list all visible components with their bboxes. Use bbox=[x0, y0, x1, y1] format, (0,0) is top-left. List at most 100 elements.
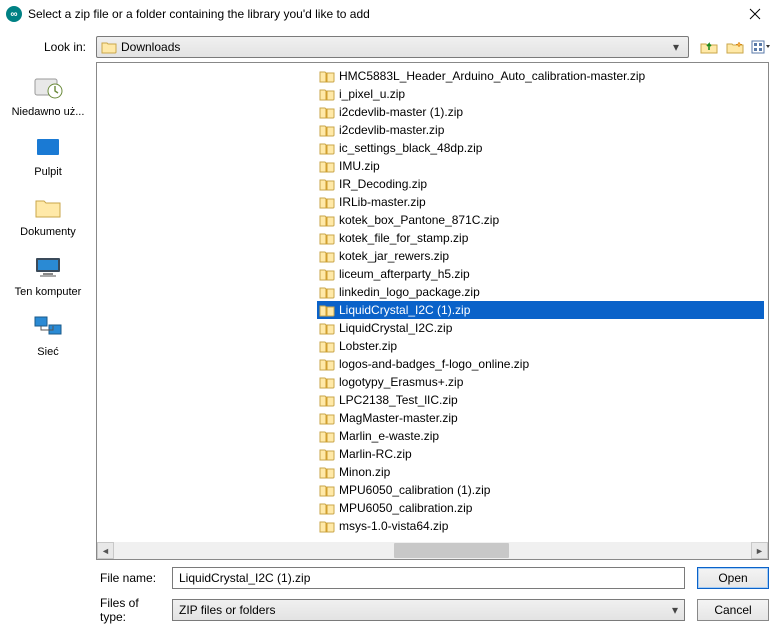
file-name: i2cdevlib-master.zip bbox=[339, 123, 444, 137]
file-row[interactable]: msys-1.0-vista64.zip bbox=[317, 517, 764, 535]
lookin-value: Downloads bbox=[121, 40, 668, 54]
file-row[interactable]: liceum_afterparty_h5.zip bbox=[317, 265, 764, 283]
file-row[interactable]: ic_settings_black_48dp.zip bbox=[317, 139, 764, 157]
view-menu-button[interactable] bbox=[751, 37, 771, 57]
file-name: MagMaster-master.zip bbox=[339, 411, 458, 425]
file-row[interactable]: i_pixel_u.zip bbox=[317, 85, 764, 103]
filetype-value: ZIP files or folders bbox=[179, 603, 672, 617]
file-row[interactable]: logotypy_Erasmus+.zip bbox=[317, 373, 764, 391]
file-name: Minon.zip bbox=[339, 465, 390, 479]
scroll-right-button[interactable]: ► bbox=[751, 542, 768, 559]
file-row[interactable]: MPU6050_calibration.zip bbox=[317, 499, 764, 517]
place-label: Ten komputer bbox=[8, 286, 88, 298]
new-folder-button[interactable] bbox=[725, 37, 745, 57]
zip-icon bbox=[319, 267, 335, 281]
file-name: Marlin-RC.zip bbox=[339, 447, 412, 461]
place-label: Sieć bbox=[8, 346, 88, 358]
scroll-thumb[interactable] bbox=[394, 543, 509, 558]
zip-icon bbox=[319, 123, 335, 137]
place-label: Dokumenty bbox=[8, 226, 88, 238]
place-recent[interactable]: Niedawno uż... bbox=[8, 72, 88, 118]
title-bar: Select a zip file or a folder containing… bbox=[0, 0, 781, 28]
file-row[interactable]: i2cdevlib-master (1).zip bbox=[317, 103, 764, 121]
close-button[interactable] bbox=[735, 1, 775, 27]
file-name: LiquidCrystal_I2C (1).zip bbox=[339, 303, 470, 317]
zip-icon bbox=[319, 411, 335, 425]
app-icon bbox=[6, 6, 22, 22]
file-name: HMC5883L_Header_Arduino_Auto_calibration… bbox=[339, 69, 645, 83]
zip-icon bbox=[319, 447, 335, 461]
file-row[interactable]: kotek_jar_rewers.zip bbox=[317, 247, 764, 265]
window-title: Select a zip file or a folder containing… bbox=[28, 7, 735, 21]
file-row[interactable]: kotek_file_for_stamp.zip bbox=[317, 229, 764, 247]
scroll-left-button[interactable]: ◄ bbox=[97, 542, 114, 559]
file-row[interactable]: MPU6050_calibration (1).zip bbox=[317, 481, 764, 499]
file-row[interactable]: Marlin_e-waste.zip bbox=[317, 427, 764, 445]
file-name: liceum_afterparty_h5.zip bbox=[339, 267, 470, 281]
lookin-combo[interactable]: Downloads ▾ bbox=[96, 36, 689, 58]
file-name: MPU6050_calibration.zip bbox=[339, 501, 472, 515]
file-name: linkedin_logo_package.zip bbox=[339, 285, 480, 299]
folder-icon bbox=[101, 40, 117, 54]
place-thispc[interactable]: Ten komputer bbox=[8, 252, 88, 298]
file-row[interactable]: Lobster.zip bbox=[317, 337, 764, 355]
file-name: LiquidCrystal_I2C.zip bbox=[339, 321, 452, 335]
filename-input[interactable] bbox=[172, 567, 685, 589]
cancel-button[interactable]: Cancel bbox=[697, 599, 769, 621]
place-desktop[interactable]: Pulpit bbox=[8, 132, 88, 178]
file-name: i2cdevlib-master (1).zip bbox=[339, 105, 463, 119]
zip-icon bbox=[319, 519, 335, 533]
file-row[interactable]: logos-and-badges_f-logo_online.zip bbox=[317, 355, 764, 373]
file-row[interactable]: Marlin-RC.zip bbox=[317, 445, 764, 463]
file-row[interactable]: IMU.zip bbox=[317, 157, 764, 175]
toolbar-icons bbox=[699, 37, 771, 57]
filetype-combo[interactable]: ZIP files or folders ▾ bbox=[172, 599, 685, 621]
zip-icon bbox=[319, 105, 335, 119]
file-name: Marlin_e-waste.zip bbox=[339, 429, 439, 443]
zip-icon bbox=[319, 285, 335, 299]
horizontal-scrollbar[interactable]: ◄ ► bbox=[97, 542, 768, 559]
file-name: i_pixel_u.zip bbox=[339, 87, 405, 101]
zip-icon bbox=[319, 231, 335, 245]
file-row[interactable]: IR_Decoding.zip bbox=[317, 175, 764, 193]
open-button[interactable]: Open bbox=[697, 567, 769, 589]
chevron-down-icon: ▾ bbox=[672, 603, 678, 617]
file-name: kotek_box_Pantone_871C.zip bbox=[339, 213, 499, 227]
file-list-pane: HMC5883L_Header_Arduino_Auto_calibration… bbox=[96, 62, 769, 560]
file-row[interactable]: MagMaster-master.zip bbox=[317, 409, 764, 427]
file-row[interactable]: LiquidCrystal_I2C (1).zip bbox=[317, 301, 764, 319]
file-name: kotek_jar_rewers.zip bbox=[339, 249, 449, 263]
file-row[interactable]: IRLib-master.zip bbox=[317, 193, 764, 211]
file-name: logos-and-badges_f-logo_online.zip bbox=[339, 357, 529, 371]
place-docs[interactable]: Dokumenty bbox=[8, 192, 88, 238]
file-row[interactable]: Minon.zip bbox=[317, 463, 764, 481]
file-name: IMU.zip bbox=[339, 159, 380, 173]
file-row[interactable]: linkedin_logo_package.zip bbox=[317, 283, 764, 301]
file-row[interactable]: HMC5883L_Header_Arduino_Auto_calibration… bbox=[317, 67, 764, 85]
place-network[interactable]: Sieć bbox=[8, 312, 88, 358]
close-icon bbox=[749, 8, 761, 20]
file-row[interactable]: LPC2138_Test_lIC.zip bbox=[317, 391, 764, 409]
file-list[interactable]: HMC5883L_Header_Arduino_Auto_calibration… bbox=[317, 67, 764, 541]
file-row[interactable]: kotek_box_Pantone_871C.zip bbox=[317, 211, 764, 229]
zip-icon bbox=[319, 159, 335, 173]
recent-icon bbox=[30, 72, 66, 102]
zip-icon bbox=[319, 303, 335, 317]
desktop-icon bbox=[30, 132, 66, 162]
zip-icon bbox=[319, 177, 335, 191]
zip-icon bbox=[319, 195, 335, 209]
up-folder-button[interactable] bbox=[699, 37, 719, 57]
thispc-icon bbox=[30, 252, 66, 282]
file-row[interactable]: LiquidCrystal_I2C.zip bbox=[317, 319, 764, 337]
scroll-track[interactable] bbox=[114, 542, 751, 559]
file-row[interactable]: i2cdevlib-master.zip bbox=[317, 121, 764, 139]
filetype-label: Files of type: bbox=[0, 596, 172, 624]
docs-icon bbox=[30, 192, 66, 222]
zip-icon bbox=[319, 357, 335, 371]
file-name: msys-1.0-vista64.zip bbox=[339, 519, 448, 533]
places-bar: Niedawno uż... Pulpit Dokumenty Ten kompute… bbox=[0, 62, 96, 560]
place-label: Niedawno uż... bbox=[8, 106, 88, 118]
filename-label: File name: bbox=[0, 571, 172, 585]
zip-icon bbox=[319, 249, 335, 263]
zip-icon bbox=[319, 69, 335, 83]
